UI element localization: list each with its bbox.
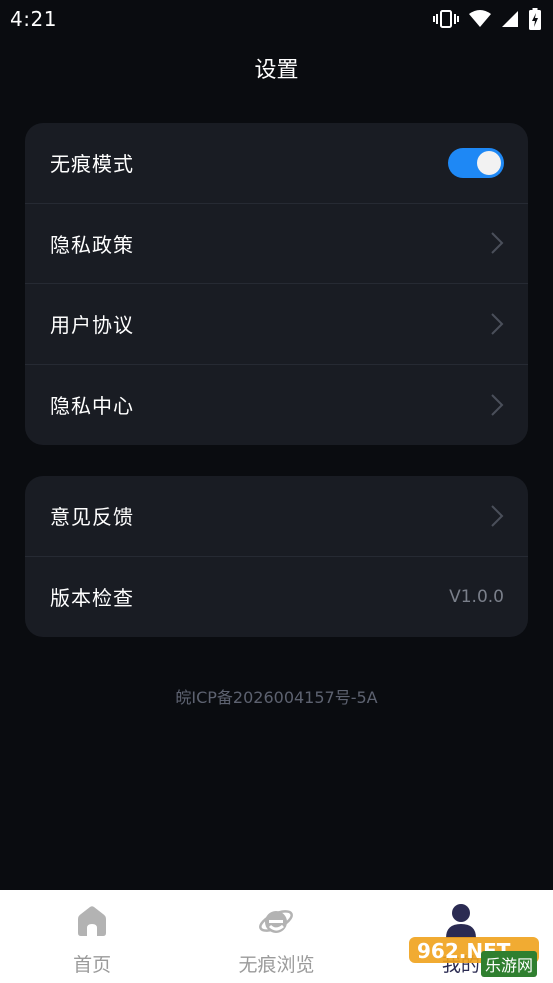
status-icons — [433, 8, 541, 30]
browser-e-icon — [259, 910, 294, 933]
page-title: 设置 — [254, 58, 299, 83]
chevron-right-icon — [491, 232, 504, 254]
wifi-icon — [469, 10, 491, 27]
row-user-agreement[interactable]: 用户协议 — [25, 284, 528, 365]
row-label: 隐私中心 — [50, 394, 134, 419]
row-label: 意见反馈 — [50, 505, 134, 530]
row-incognito-mode[interactable]: 无痕模式 — [25, 123, 528, 204]
tab-home[interactable]: 首页 — [0, 890, 184, 983]
settings-card-main: 无痕模式 隐私政策 用户协议 隐私中心 — [25, 123, 528, 445]
watermark-logo: 962.NET 乐游网 — [409, 933, 545, 977]
signal-icon — [502, 11, 518, 27]
row-version-check[interactable]: 版本检查 V1.0.0 — [25, 557, 528, 638]
row-label: 无痕模式 — [50, 152, 134, 177]
chevron-right-icon — [491, 313, 504, 335]
row-privacy-policy[interactable]: 隐私政策 — [25, 204, 528, 284]
row-label: 用户协议 — [50, 313, 134, 338]
status-time: 4:21 — [10, 7, 57, 31]
chevron-right-icon — [491, 394, 504, 416]
row-feedback[interactable]: 意见反馈 — [25, 476, 528, 557]
home-icon — [78, 906, 107, 936]
chevron-right-icon — [491, 505, 504, 527]
row-privacy-center[interactable]: 隐私中心 — [25, 365, 528, 446]
tab-incognito-browse[interactable]: 无痕浏览 — [184, 890, 368, 983]
status-bar: 4:21 — [0, 0, 553, 38]
tab-label: 首页 — [73, 954, 112, 976]
incognito-toggle[interactable] — [448, 147, 504, 178]
battery-icon — [529, 8, 541, 30]
tab-label: 无痕浏览 — [238, 954, 315, 976]
row-label: 隐私政策 — [50, 232, 134, 257]
version-value: V1.0.0 — [449, 586, 504, 607]
icp-license-text: 皖ICP备2026004157号-5A — [175, 688, 378, 707]
watermark-subtext: 乐游网 — [480, 951, 537, 977]
settings-card-secondary: 意见反馈 版本检查 V1.0.0 — [25, 476, 528, 637]
vibrate-icon — [433, 10, 459, 28]
toggle-knob — [477, 150, 501, 175]
row-label: 版本检查 — [50, 586, 134, 611]
